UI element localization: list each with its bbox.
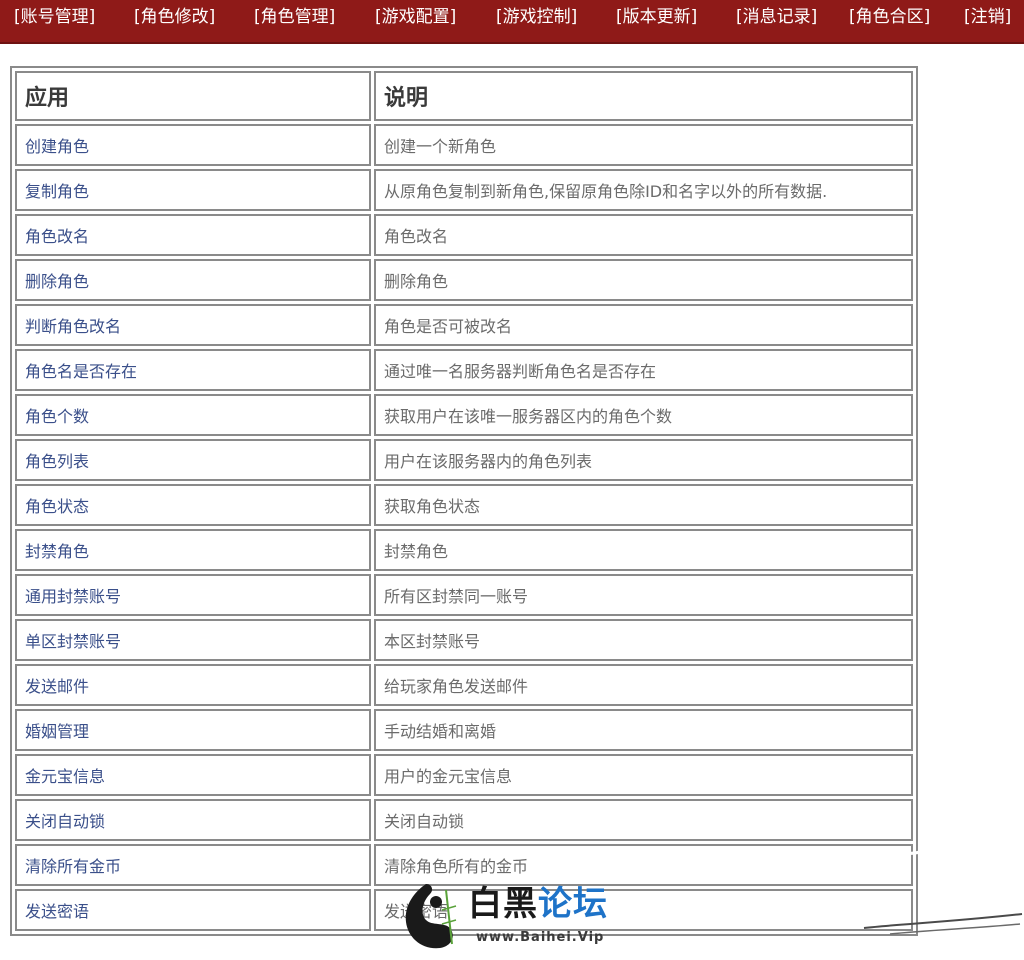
table-row: 删除角色 删除角色	[15, 259, 913, 301]
app-description: 删除角色	[374, 259, 913, 301]
app-link[interactable]: 发送密语	[15, 889, 371, 931]
scribble-mark	[861, 850, 1023, 935]
watermark-title: 白黑论坛	[468, 884, 608, 924]
app-description: 角色改名	[374, 214, 913, 256]
app-description: 手动结婚和离婚	[374, 709, 913, 751]
table-row: 角色状态 获取角色状态	[15, 484, 913, 526]
app-link[interactable]: 婚姻管理	[15, 709, 371, 751]
table-row: 角色列表 用户在该服务器内的角色列表	[15, 439, 913, 481]
nav-logout[interactable]: [注销]	[964, 6, 1011, 28]
app-link[interactable]: 角色列表	[15, 439, 371, 481]
app-link[interactable]: 角色状态	[15, 484, 371, 526]
nav-role-management[interactable]: [角色管理]	[254, 6, 335, 28]
nav-role-merge[interactable]: [角色合区]	[849, 6, 930, 28]
table-row: 角色改名 角色改名	[15, 214, 913, 256]
nav-game-config[interactable]: [游戏配置]	[375, 6, 456, 28]
ink-figure-icon	[405, 884, 457, 949]
app-description: 用户的金元宝信息	[374, 754, 913, 796]
app-link[interactable]: 清除所有金币	[15, 844, 371, 886]
table-row: 判断角色改名 角色是否可被改名	[15, 304, 913, 346]
app-link[interactable]: 发送邮件	[15, 664, 371, 706]
header-app: 应用	[15, 71, 371, 121]
app-description: 给玩家角色发送邮件	[374, 664, 913, 706]
app-description: 从原角色复制到新角色,保留原角色除ID和名字以外的所有数据.	[374, 169, 913, 211]
table-row: 角色个数 获取用户在该唯一服务器区内的角色个数	[15, 394, 913, 436]
table-row: 发送邮件 给玩家角色发送邮件	[15, 664, 913, 706]
app-link[interactable]: 角色名是否存在	[15, 349, 371, 391]
table-row: 通用封禁账号 所有区封禁同一账号	[15, 574, 913, 616]
app-description: 本区封禁账号	[374, 619, 913, 661]
app-description: 创建一个新角色	[374, 124, 913, 166]
nav-version-update[interactable]: [版本更新]	[616, 6, 697, 28]
app-link[interactable]: 通用封禁账号	[15, 574, 371, 616]
watermark-url: www.Baihei.Vip	[476, 930, 605, 945]
app-link[interactable]: 删除角色	[15, 259, 371, 301]
app-link[interactable]: 角色个数	[15, 394, 371, 436]
table-row: 创建角色 创建一个新角色	[15, 124, 913, 166]
table-row: 关闭自动锁 关闭自动锁	[15, 799, 913, 841]
app-link[interactable]: 关闭自动锁	[15, 799, 371, 841]
watermark-title-part1: 白黑	[468, 884, 538, 924]
table-row: 复制角色 从原角色复制到新角色,保留原角色除ID和名字以外的所有数据.	[15, 169, 913, 211]
table-row: 单区封禁账号 本区封禁账号	[15, 619, 913, 661]
header-desc: 说明	[374, 71, 913, 121]
app-link[interactable]: 封禁角色	[15, 529, 371, 571]
forum-watermark: 白黑论坛 www.Baihei.Vip	[390, 872, 640, 954]
app-description: 角色是否可被改名	[374, 304, 913, 346]
app-description: 封禁角色	[374, 529, 913, 571]
app-link[interactable]: 金元宝信息	[15, 754, 371, 796]
app-description: 获取用户在该唯一服务器区内的角色个数	[374, 394, 913, 436]
table-header-row: 应用 说明	[15, 71, 913, 121]
app-link[interactable]: 创建角色	[15, 124, 371, 166]
app-description: 关闭自动锁	[374, 799, 913, 841]
right-gutter	[930, 44, 1024, 960]
function-table: 应用 说明 创建角色 创建一个新角色 复制角色 从原角色复制到新角色,保留原角色除I…	[10, 66, 918, 936]
table-row: 婚姻管理 手动结婚和离婚	[15, 709, 913, 751]
app-description: 所有区封禁同一账号	[374, 574, 913, 616]
app-link[interactable]: 角色改名	[15, 214, 371, 256]
nav-account-management[interactable]: [账号管理]	[14, 6, 95, 28]
table-row: 封禁角色 封禁角色	[15, 529, 913, 571]
watermark-title-part2: 论坛	[538, 884, 608, 924]
app-link[interactable]: 判断角色改名	[15, 304, 371, 346]
app-link[interactable]: 复制角色	[15, 169, 371, 211]
app-description: 用户在该服务器内的角色列表	[374, 439, 913, 481]
table-row: 金元宝信息 用户的金元宝信息	[15, 754, 913, 796]
nav-message-log[interactable]: [消息记录]	[736, 6, 817, 28]
app-description: 通过唯一名服务器判断角色名是否存在	[374, 349, 913, 391]
nav-role-modify[interactable]: [角色修改]	[134, 6, 215, 28]
app-description: 获取角色状态	[374, 484, 913, 526]
table-row: 角色名是否存在 通过唯一名服务器判断角色名是否存在	[15, 349, 913, 391]
top-nav-bar: [账号管理] [角色修改] [角色管理] [游戏配置] [游戏控制] [版本更新…	[0, 0, 1024, 44]
app-link[interactable]: 单区封禁账号	[15, 619, 371, 661]
nav-game-control[interactable]: [游戏控制]	[496, 6, 577, 28]
